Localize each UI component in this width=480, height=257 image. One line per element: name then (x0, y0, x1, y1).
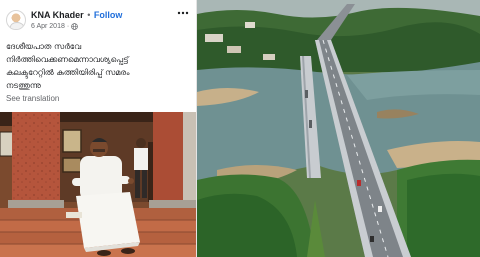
author-row: KNA Khader • Follow (31, 10, 122, 21)
follow-button[interactable]: Follow (94, 10, 123, 20)
date-separator: · (66, 23, 70, 30)
post-text-line: നിർത്തിവെക്കണമെന്നാവശ്യപ്പെട്ട് (6, 55, 129, 64)
post-text-line: ദേശീയപാത സർവേ (6, 42, 82, 51)
author-avatar[interactable] (6, 10, 26, 30)
post-photo[interactable] (0, 112, 197, 257)
post-header: KNA Khader • Follow 6 Apr 2018 · (0, 0, 197, 34)
post-text-line: കലക്ടറേറ്റിൽ കുത്തിയിരിപ്പ് സമരം (6, 68, 130, 77)
author-name[interactable]: KNA Khader (31, 10, 84, 20)
bridge-photo-illustration (197, 0, 480, 257)
facebook-post: KNA Khader • Follow 6 Apr 2018 · ദേശീയപാ… (0, 0, 197, 257)
post-text-line: നടത്തുന്നു (6, 81, 41, 90)
post-text: ദേശീയപാത സർവേ നിർത്തിവെക്കണമെന്നാവശ്യപ്പ… (6, 40, 192, 92)
globe-icon (71, 23, 79, 30)
see-translation-link[interactable]: See translation (6, 94, 59, 104)
aerial-bridge-photo[interactable] (197, 0, 480, 257)
more-options-button[interactable] (177, 6, 189, 18)
name-separator: • (87, 10, 91, 20)
post-date[interactable]: 6 Apr 2018 (31, 22, 65, 31)
more-options-icon (177, 11, 189, 15)
protest-photo-illustration (0, 112, 197, 257)
post-meta: 6 Apr 2018 · (31, 22, 79, 31)
